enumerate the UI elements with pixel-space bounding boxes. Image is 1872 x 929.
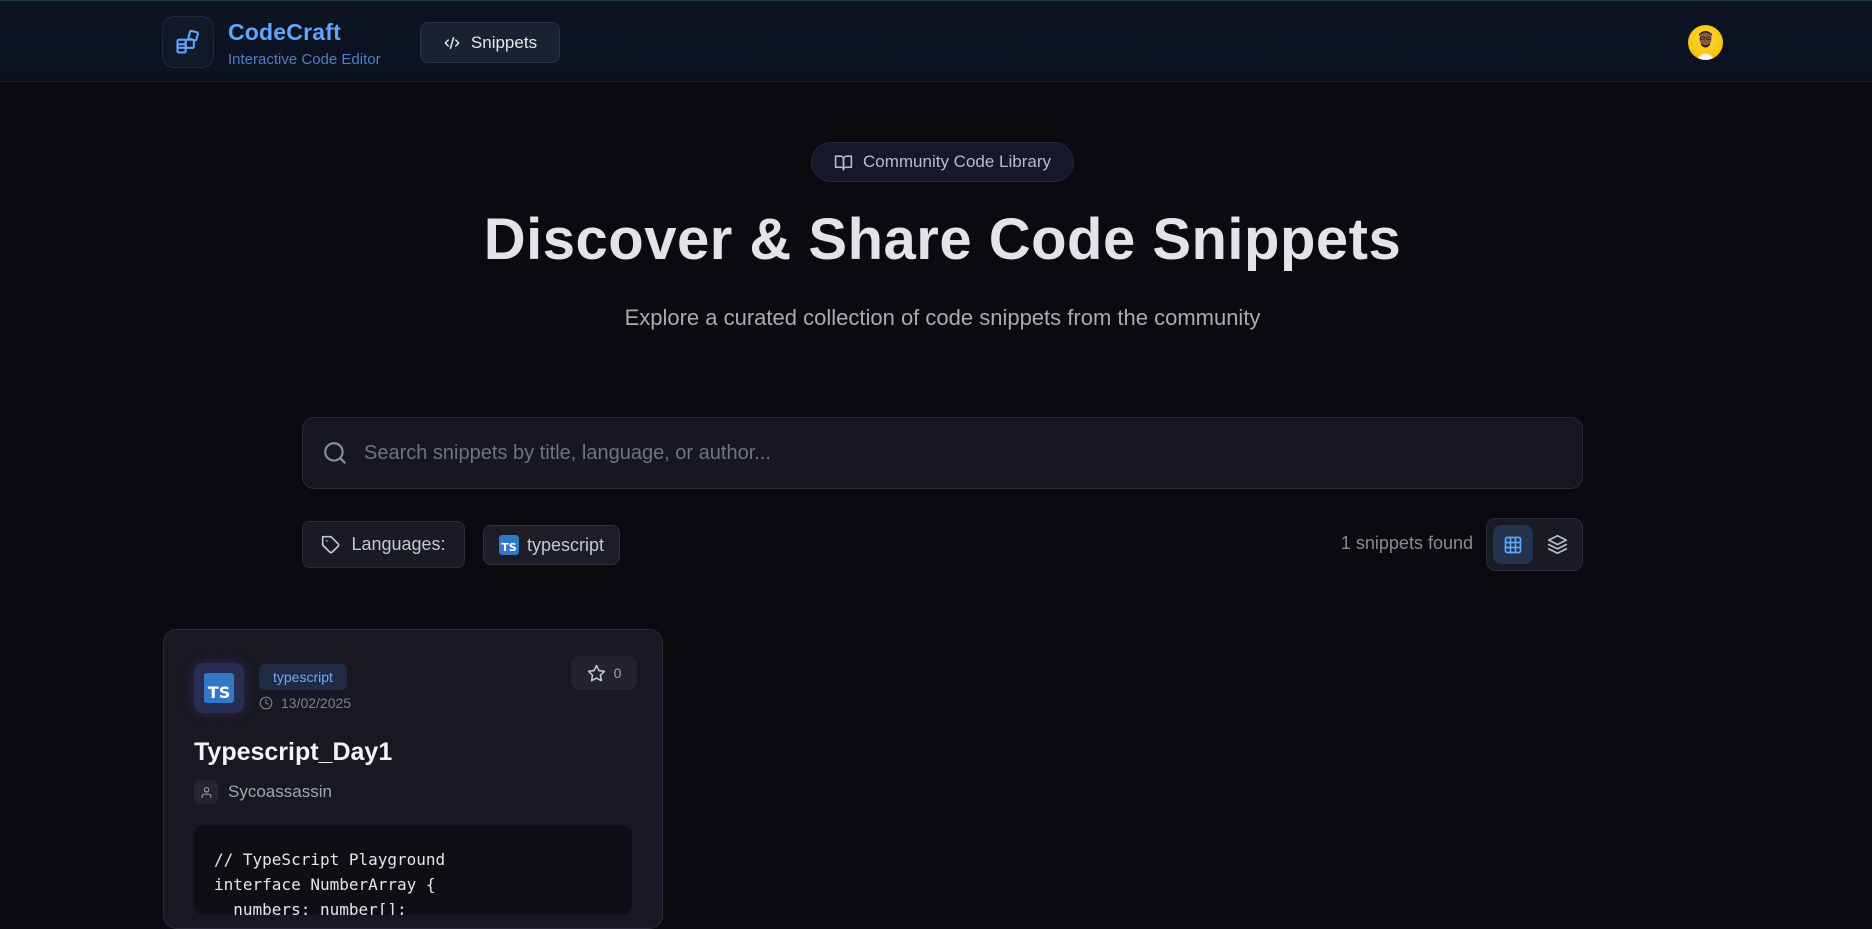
list-view-button[interactable]: [1537, 525, 1577, 564]
typescript-logo-icon: TS: [204, 673, 234, 703]
snippet-language-tag: typescript: [259, 664, 347, 690]
user-avatar[interactable]: [1688, 25, 1723, 60]
snippet-language-logo: TS: [194, 663, 244, 713]
nav-snippets-button[interactable]: Snippets: [420, 22, 560, 63]
brand-subtitle: Interactive Code Editor: [228, 51, 381, 68]
page-title: Discover & Share Code Snippets: [483, 207, 1402, 272]
code-icon: [444, 36, 460, 49]
snippet-author-name: Sycoassassin: [228, 782, 332, 801]
code-line: // TypeScript Playground: [214, 850, 446, 869]
top-navigation-bar: CodeCraft Interactive Code Editor Snippe…: [0, 0, 1872, 82]
grid-view-button[interactable]: [1493, 525, 1533, 564]
results-count: 1 snippets found: [1340, 533, 1473, 553]
tag-icon: [322, 535, 340, 553]
avatar-image: [1696, 31, 1715, 60]
typescript-logo-icon: TS: [498, 535, 519, 555]
blocks-icon: [176, 29, 200, 54]
snippet-title[interactable]: Typescript_Day1: [194, 738, 392, 767]
star-button[interactable]: 0: [571, 656, 637, 690]
badge-label: Community Code Library: [862, 152, 1051, 171]
search-input[interactable]: [362, 432, 1562, 474]
snippet-code-preview: // TypeScript Playground interface Number…: [194, 825, 632, 915]
code-line: numbers: number[];: [214, 900, 407, 915]
language-chip-label: typescript: [526, 534, 605, 555]
nav-snippets-label: Snippets: [470, 32, 538, 52]
snippet-date-text: 13/02/2025: [281, 695, 352, 711]
snippet-author: Sycoassassin: [194, 780, 332, 804]
snippet-date: 13/02/2025: [259, 695, 351, 711]
languages-filter-label: Languages:: [302, 521, 465, 568]
star-icon: [587, 664, 605, 681]
user-icon: [194, 780, 218, 804]
page-subtitle: Explore a curated collection of code sni…: [624, 305, 1261, 330]
grid-icon: [1504, 536, 1522, 553]
layers-icon: [1547, 534, 1567, 555]
brand-logo[interactable]: [162, 16, 214, 68]
clock-icon: [259, 696, 273, 710]
languages-label-text: Languages:: [351, 534, 446, 554]
community-library-badge: Community Code Library: [811, 142, 1074, 182]
language-filter-typescript[interactable]: TS typescript: [483, 525, 620, 565]
code-line: interface NumberArray {: [214, 875, 436, 894]
brand-name[interactable]: CodeCraft: [228, 19, 341, 46]
search-icon: [324, 442, 346, 464]
star-count: 0: [613, 665, 622, 681]
book-open-icon: [834, 154, 853, 170]
